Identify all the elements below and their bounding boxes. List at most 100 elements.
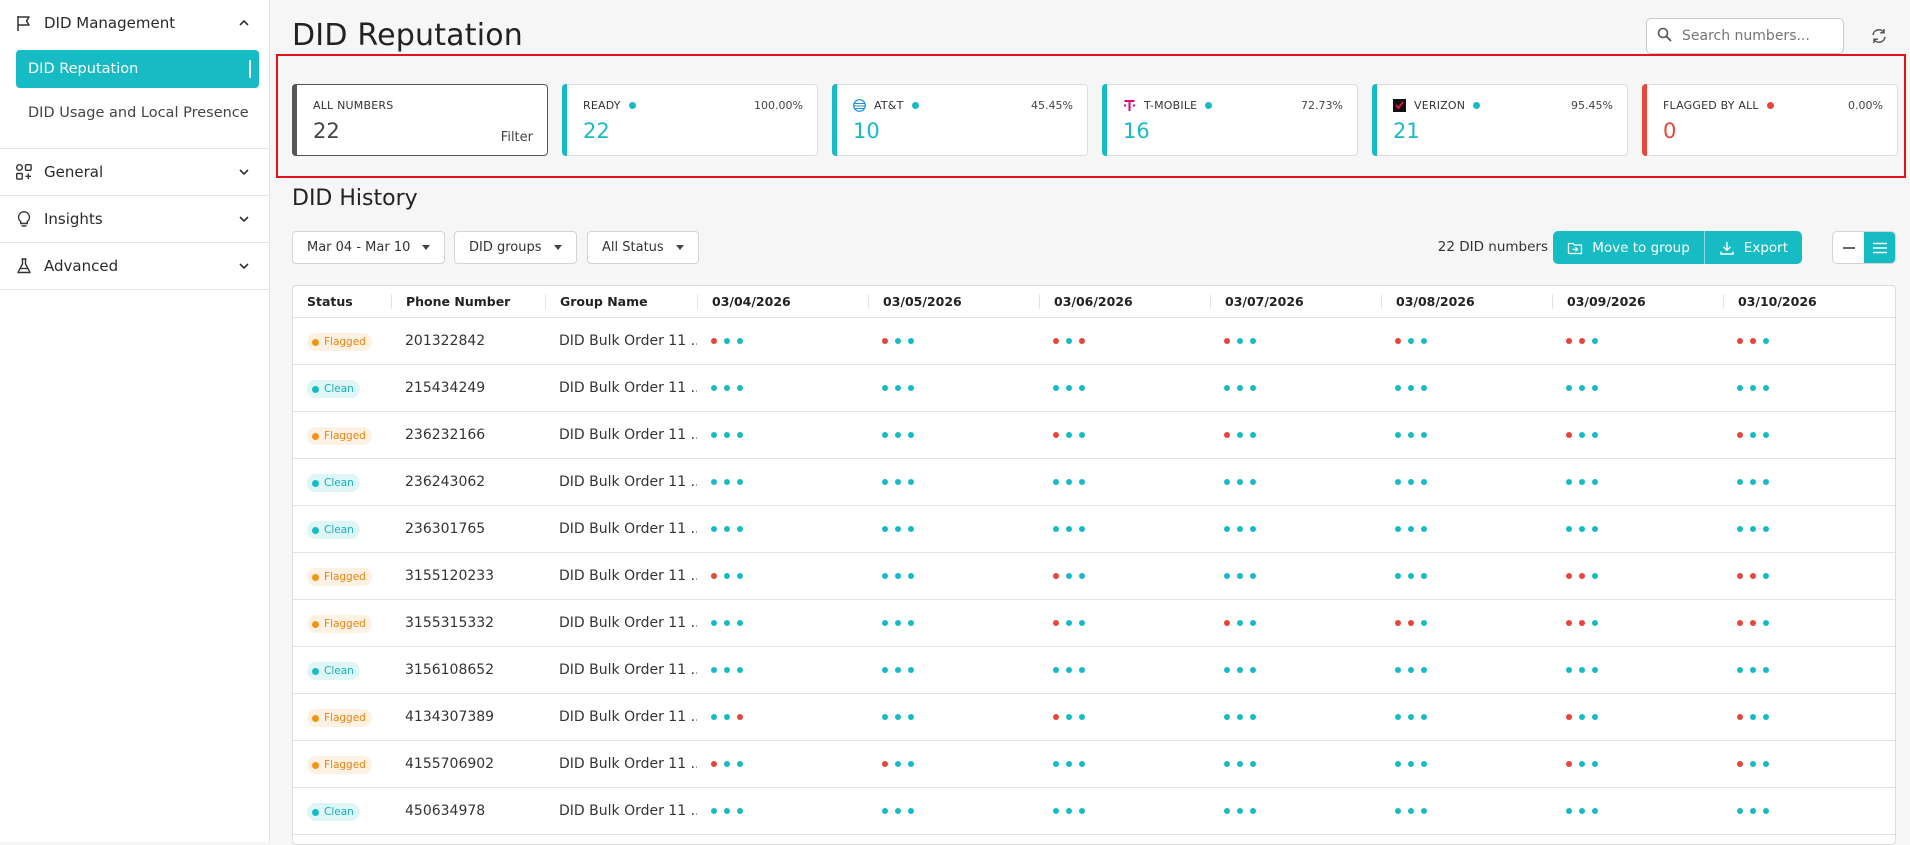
column-header-status[interactable]: Status — [293, 294, 391, 309]
carrier-status-dots — [1053, 526, 1210, 532]
table-row[interactable]: Clean 236301765 DID Bulk Order 11 ... — [293, 506, 1895, 553]
clean-dot — [737, 479, 743, 485]
clean-dot — [882, 620, 888, 626]
carrier-status-dots — [1566, 761, 1723, 767]
phone-number-cell: 201322842 — [391, 333, 545, 349]
phone-number-cell: 3155315332 — [391, 615, 545, 631]
carrier-status-cell — [1723, 761, 1894, 767]
table-row[interactable]: Flagged 201322842 DID Bulk Order 11 ... — [293, 318, 1895, 365]
column-header-date[interactable]: 03/07/2026 — [1210, 294, 1381, 309]
clean-dot — [1395, 385, 1401, 391]
column-header-phone[interactable]: Phone Number — [391, 294, 545, 309]
column-header-date[interactable]: 03/10/2026 — [1723, 294, 1894, 309]
column-header-group[interactable]: Group Name — [545, 294, 697, 309]
stat-card-ready[interactable]: READY 100.00% 22 — [562, 84, 818, 156]
clean-dot — [882, 667, 888, 673]
chevron-up-icon[interactable] — [237, 16, 251, 30]
history-controls: Mar 04 - Mar 10 DID groups All Status 22… — [292, 231, 1896, 264]
phone-number: 201322842 — [405, 333, 486, 349]
flagged-dot — [1566, 761, 1572, 767]
sidebar-head-general[interactable]: General — [0, 149, 269, 195]
carrier-status-cell — [1381, 338, 1552, 344]
table-row[interactable]: Flagged 4155706902 DID Bulk Order 11 ... — [293, 741, 1895, 788]
did-groups-dropdown[interactable]: DID groups — [454, 231, 577, 264]
carrier-status-cell — [697, 338, 868, 344]
compact-view-button[interactable] — [1833, 232, 1864, 263]
sidebar-head-insights[interactable]: Insights — [0, 196, 269, 242]
table-row[interactable]: Clean 236243062 DID Bulk Order 11 ... — [293, 459, 1895, 506]
clean-dot — [737, 761, 743, 767]
stat-card-verizon[interactable]: VERIZON 95.45% 21 — [1372, 84, 1628, 156]
group-name-cell: DID Bulk Order 11 ... — [559, 521, 697, 537]
sidebar: DID Management DID Reputation DID Usage … — [0, 0, 270, 842]
column-header-date[interactable]: 03/08/2026 — [1381, 294, 1552, 309]
status-badge-label: Flagged — [324, 571, 366, 584]
sidebar-item-did-usage[interactable]: DID Usage and Local Presence — [16, 94, 259, 132]
flagged-dot — [1224, 620, 1230, 626]
carrier-status-dots — [882, 667, 1039, 673]
column-header-date[interactable]: 03/09/2026 — [1552, 294, 1723, 309]
table-row[interactable]: Flagged 3155315332 DID Bulk Order 11 ... — [293, 600, 1895, 647]
table-row[interactable]: Clean 3156108652 DID Bulk Order 11 ... — [293, 647, 1895, 694]
column-header-date[interactable]: 03/04/2026 — [697, 294, 868, 309]
carrier-status-cell — [1210, 667, 1381, 673]
table-body: Flagged 201322842 DID Bulk Order 11 ... Cle… — [293, 318, 1895, 835]
export-button[interactable]: Export — [1703, 231, 1802, 264]
clean-dot — [1408, 808, 1414, 814]
stat-card-tmobile[interactable]: T-MOBILE 72.73% 16 — [1102, 84, 1358, 156]
carrier-status-cell — [868, 385, 1039, 391]
sidebar-head-advanced[interactable]: Advanced — [0, 243, 269, 289]
carrier-status-cell — [697, 526, 868, 532]
carrier-status-dots — [882, 479, 1039, 485]
carrier-status-cell — [868, 573, 1039, 579]
table-row[interactable]: Clean 450634978 DID Bulk Order 11 ... — [293, 788, 1895, 835]
carrier-status-dots — [1053, 714, 1210, 720]
flagged-dot — [1566, 573, 1572, 579]
clean-dot — [1750, 479, 1756, 485]
table-row[interactable]: Flagged 3155120233 DID Bulk Order 11 ... — [293, 553, 1895, 600]
stat-filter-link[interactable]: Filter — [501, 130, 533, 145]
status-cell: Clean — [293, 378, 391, 399]
carrier-status-dots — [882, 432, 1039, 438]
carrier-status-cell — [1552, 526, 1723, 532]
stat-card-att[interactable]: AT&T 45.45% 10 — [832, 84, 1088, 156]
clean-dot — [1250, 808, 1256, 814]
sidebar-item-did-reputation[interactable]: DID Reputation — [16, 50, 259, 88]
clean-dot — [1237, 714, 1243, 720]
flagged-dot — [1053, 620, 1059, 626]
flagged-dot — [1737, 573, 1743, 579]
clean-dot — [1237, 432, 1243, 438]
chevron-down-icon[interactable] — [237, 259, 251, 273]
table-row[interactable]: Flagged 236232166 DID Bulk Order 11 ... — [293, 412, 1895, 459]
clean-dot — [1408, 479, 1414, 485]
carrier-status-dots — [1566, 667, 1723, 673]
export-label: Export — [1743, 239, 1788, 256]
minus-icon — [1842, 246, 1855, 249]
flagged-dot — [1579, 338, 1585, 344]
search-input[interactable] — [1682, 28, 1832, 44]
column-header-date[interactable]: 03/05/2026 — [868, 294, 1039, 309]
chevron-down-icon[interactable] — [237, 212, 251, 226]
refresh-icon[interactable] — [1868, 25, 1890, 47]
list-view-button[interactable] — [1864, 232, 1895, 263]
date-range-dropdown[interactable]: Mar 04 - Mar 10 — [292, 231, 446, 264]
table-row[interactable]: Flagged 4134307389 DID Bulk Order 11 ... — [293, 694, 1895, 741]
action-buttons: Move to group Export — [1553, 231, 1802, 264]
sidebar-head-did-management[interactable]: DID Management — [0, 0, 269, 46]
carrier-status-cell — [1723, 573, 1894, 579]
clean-dot — [1592, 761, 1598, 767]
clean-dot — [737, 338, 743, 344]
move-to-group-button[interactable]: Move to group — [1553, 231, 1704, 264]
clean-dot — [1237, 526, 1243, 532]
table-row[interactable]: Clean 215434249 DID Bulk Order 11 ... — [293, 365, 1895, 412]
status-dropdown[interactable]: All Status — [587, 231, 699, 264]
carrier-status-cell — [1552, 714, 1723, 720]
stat-card-all-numbers[interactable]: ALL NUMBERS 22 Filter — [292, 84, 548, 156]
carrier-status-cell — [1552, 620, 1723, 626]
clean-dot — [895, 808, 901, 814]
stat-card-flagged-by-all[interactable]: FLAGGED BY ALL 0.00% 0 — [1642, 84, 1898, 156]
column-header-date[interactable]: 03/06/2026 — [1039, 294, 1210, 309]
search-box[interactable] — [1646, 18, 1844, 54]
phone-number-cell: 215434249 — [391, 380, 545, 396]
chevron-down-icon[interactable] — [237, 165, 251, 179]
